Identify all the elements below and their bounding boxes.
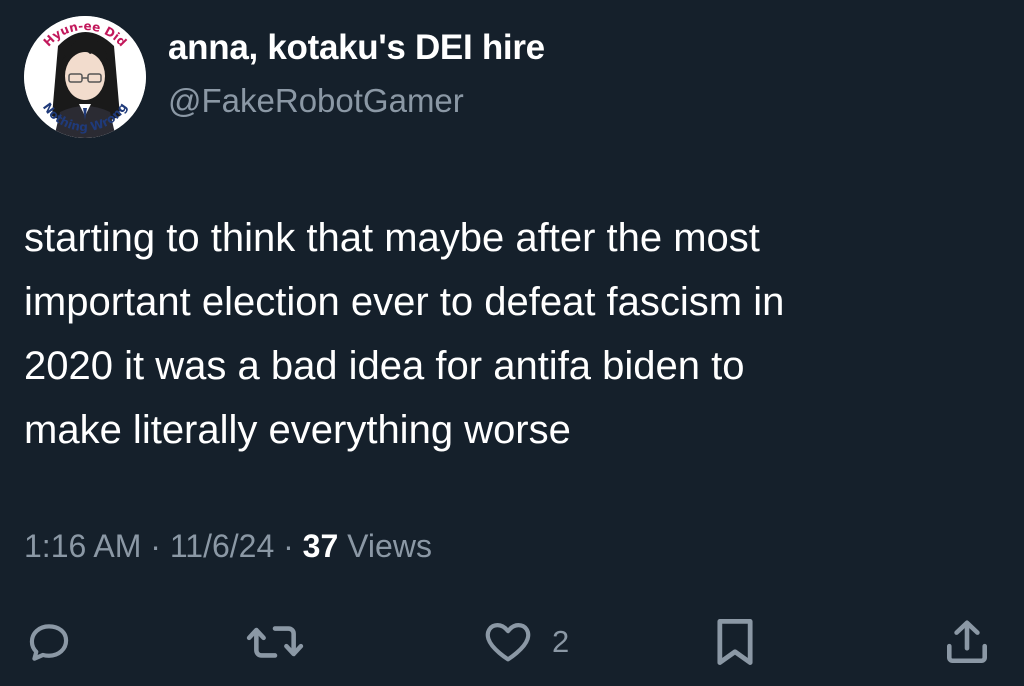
avatar[interactable]: Hyun-ee Did Nothing Wrong bbox=[24, 16, 146, 138]
reply-icon bbox=[29, 624, 69, 661]
avatar-image: Hyun-ee Did Nothing Wrong bbox=[24, 16, 146, 138]
user-handle[interactable]: @FakeRobotGamer bbox=[168, 82, 464, 120]
tweet-date[interactable]: 11/6/24 bbox=[170, 528, 274, 564]
retweet-icon bbox=[246, 626, 304, 658]
bookmark-button[interactable] bbox=[712, 610, 758, 674]
tweet-meta: 1:16 AM · 11/6/24 · 37 Views bbox=[24, 528, 432, 565]
tweet-time[interactable]: 1:16 AM bbox=[24, 528, 141, 564]
share-button[interactable] bbox=[942, 610, 992, 674]
tweet: Hyun-ee Did Nothing Wrong anna, kotaku's… bbox=[0, 0, 1024, 686]
tweet-text: starting to think that maybe after the m… bbox=[24, 216, 785, 452]
display-name[interactable]: anna, kotaku's DEI hire bbox=[168, 28, 545, 68]
views-label: Views bbox=[347, 528, 432, 564]
action-bar: 2 bbox=[0, 610, 1024, 674]
retweet-button[interactable] bbox=[246, 610, 304, 674]
reply-button[interactable] bbox=[24, 610, 74, 674]
like-count: 2 bbox=[552, 624, 570, 659]
meta-separator: · bbox=[150, 528, 161, 564]
bookmark-icon bbox=[717, 619, 753, 665]
like-button[interactable]: 2 bbox=[482, 610, 569, 674]
share-icon bbox=[947, 620, 987, 664]
meta-separator: · bbox=[283, 528, 294, 564]
views-count: 37 bbox=[302, 528, 339, 564]
heart-icon bbox=[485, 623, 531, 662]
